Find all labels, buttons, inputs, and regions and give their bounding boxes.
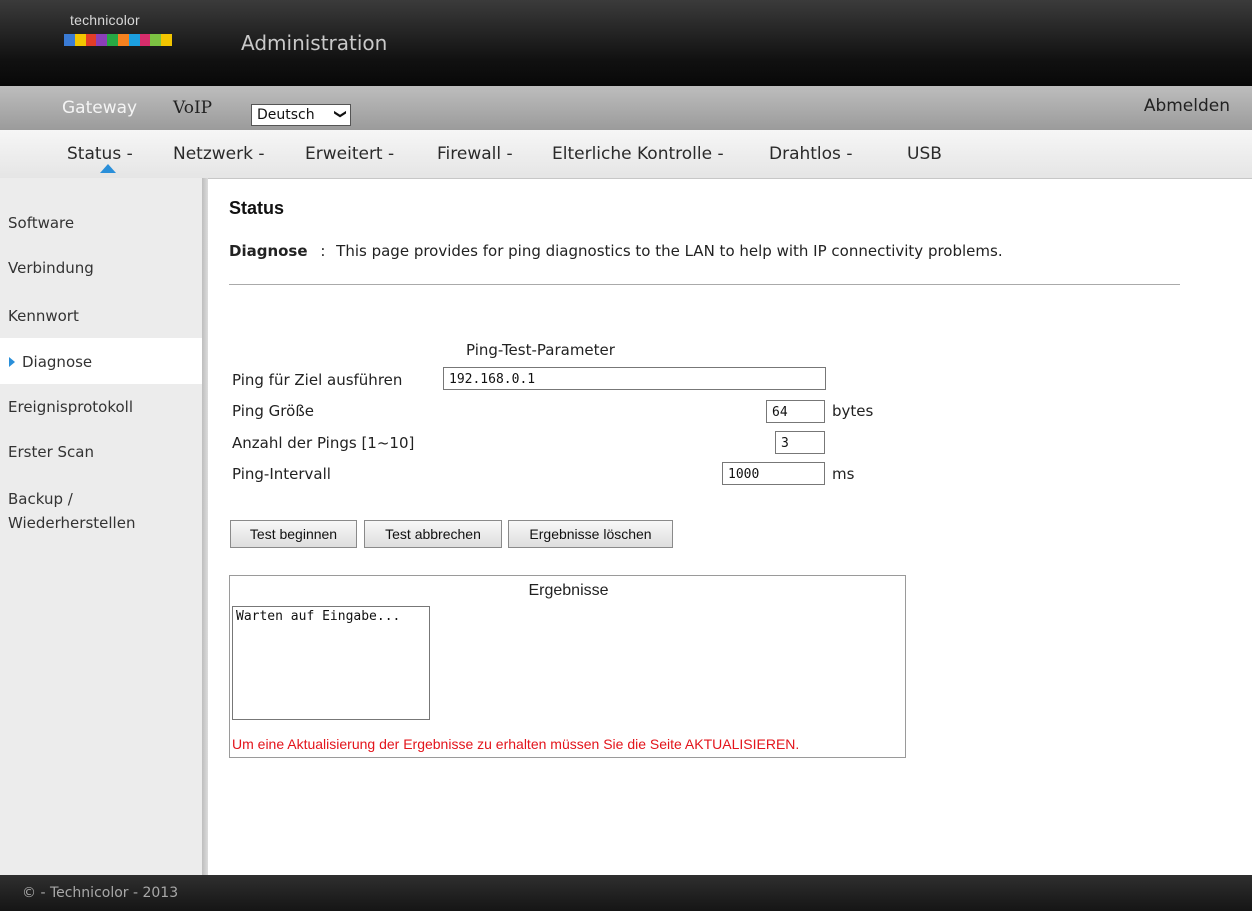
logo-bar-segment bbox=[128, 34, 140, 46]
logo-bar-segment bbox=[150, 34, 162, 46]
sidebar-item-erster-scan[interactable]: Erster Scan bbox=[8, 441, 94, 463]
main-navigation: Status - Netzwerk - Erweitert - Firewall… bbox=[0, 130, 1252, 179]
start-test-button[interactable]: Test beginnen bbox=[230, 520, 357, 548]
gateway-tab[interactable]: Gateway bbox=[62, 98, 137, 118]
ping-count-input[interactable]: 3 bbox=[775, 431, 825, 454]
ping-size-label: Ping Größe bbox=[232, 402, 314, 420]
ping-interval-unit: ms bbox=[832, 465, 855, 483]
page-description: Diagnose : This page provides for ping d… bbox=[229, 242, 1003, 260]
logout-link[interactable]: Abmelden bbox=[1144, 96, 1230, 116]
logo-bar-segment bbox=[139, 34, 151, 46]
sidebar-item-diagnose[interactable]: Diagnose bbox=[22, 351, 92, 373]
logo-bar-segment bbox=[85, 34, 97, 46]
ping-count-label: Anzahl der Pings [1~10] bbox=[232, 434, 415, 452]
sidebar-item-backup[interactable]: Backup / bbox=[8, 488, 73, 510]
nav-item-erweitert[interactable]: Erweitert - bbox=[305, 144, 394, 164]
sidebar-item-wiederherstellen[interactable]: Wiederherstellen bbox=[8, 512, 135, 534]
nav-item-status[interactable]: Status - bbox=[67, 144, 133, 164]
nav-item-netzwerk[interactable]: Netzwerk - bbox=[173, 144, 265, 164]
technicolor-logo[interactable]: technicolor bbox=[64, 12, 172, 52]
ping-interval-input[interactable]: 1000 bbox=[722, 462, 825, 485]
nav-item-usb[interactable]: USB bbox=[907, 144, 942, 164]
sidebar-divider bbox=[202, 178, 208, 875]
ping-interval-label: Ping-Intervall bbox=[232, 465, 331, 483]
voip-tab[interactable]: VoIP bbox=[173, 98, 212, 118]
language-select-value: Deutsch bbox=[257, 107, 315, 123]
logo-color-bar bbox=[64, 34, 172, 46]
page-title: Status bbox=[229, 198, 285, 218]
description-text: This page provides for ping diagnostics … bbox=[336, 242, 1003, 260]
results-title: Ergebnisse bbox=[528, 582, 609, 599]
nav-item-elterliche-kontrolle[interactable]: Elterliche Kontrolle - bbox=[552, 144, 724, 164]
sidebar-item-kennwort[interactable]: Kennwort bbox=[8, 305, 79, 327]
logo-bar-segment bbox=[107, 34, 118, 46]
divider bbox=[229, 284, 1180, 285]
description-separator: : bbox=[320, 242, 326, 260]
language-select[interactable]: Deutsch ❯ bbox=[251, 104, 351, 126]
logo-bar-segment bbox=[96, 34, 108, 46]
clear-results-button[interactable]: Ergebnisse löschen bbox=[508, 520, 673, 548]
logo-bar-segment bbox=[117, 34, 129, 46]
refresh-notice: Um eine Aktualisierung der Ergebnisse zu… bbox=[232, 736, 800, 752]
sub-navigation-bar: Gateway VoIP Deutsch ❯ Abmelden bbox=[0, 86, 1252, 130]
nav-item-firewall[interactable]: Firewall - bbox=[437, 144, 513, 164]
ping-target-input[interactable]: 192.168.0.1 bbox=[443, 367, 826, 390]
logo-bar-segment bbox=[64, 34, 75, 46]
ping-size-input[interactable]: 64 bbox=[766, 400, 825, 423]
results-textarea[interactable]: Warten auf Eingabe... bbox=[232, 606, 430, 720]
sidebar-item-ereignisprotokoll[interactable]: Ereignisprotokoll bbox=[8, 396, 133, 418]
ping-target-label: Ping für Ziel ausführen bbox=[232, 371, 403, 389]
sidebar-item-software[interactable]: Software bbox=[8, 212, 74, 234]
logo-text: technicolor bbox=[70, 12, 140, 28]
chevron-down-icon: ❯ bbox=[333, 108, 348, 120]
copyright-text: © - Technicolor - 2013 bbox=[22, 885, 179, 901]
cancel-test-button[interactable]: Test abbrechen bbox=[364, 520, 502, 548]
description-label: Diagnose bbox=[229, 242, 308, 260]
active-item-arrow-icon bbox=[9, 357, 15, 367]
results-panel: Ergebnisse Warten auf Eingabe... Um eine… bbox=[229, 575, 906, 758]
ping-size-unit: bytes bbox=[832, 402, 874, 420]
logo-bar-segment bbox=[74, 34, 86, 46]
footer: © - Technicolor - 2013 bbox=[0, 875, 1252, 911]
ping-params-title: Ping-Test-Parameter bbox=[466, 341, 615, 359]
top-header: technicolor Administration bbox=[0, 0, 1252, 86]
logo-bar-segment bbox=[161, 34, 172, 46]
sidebar-item-verbindung[interactable]: Verbindung bbox=[8, 257, 94, 279]
active-tab-indicator-icon bbox=[100, 164, 116, 173]
app-title: Administration bbox=[241, 31, 388, 55]
nav-item-drahtlos[interactable]: Drahtlos - bbox=[769, 144, 852, 164]
